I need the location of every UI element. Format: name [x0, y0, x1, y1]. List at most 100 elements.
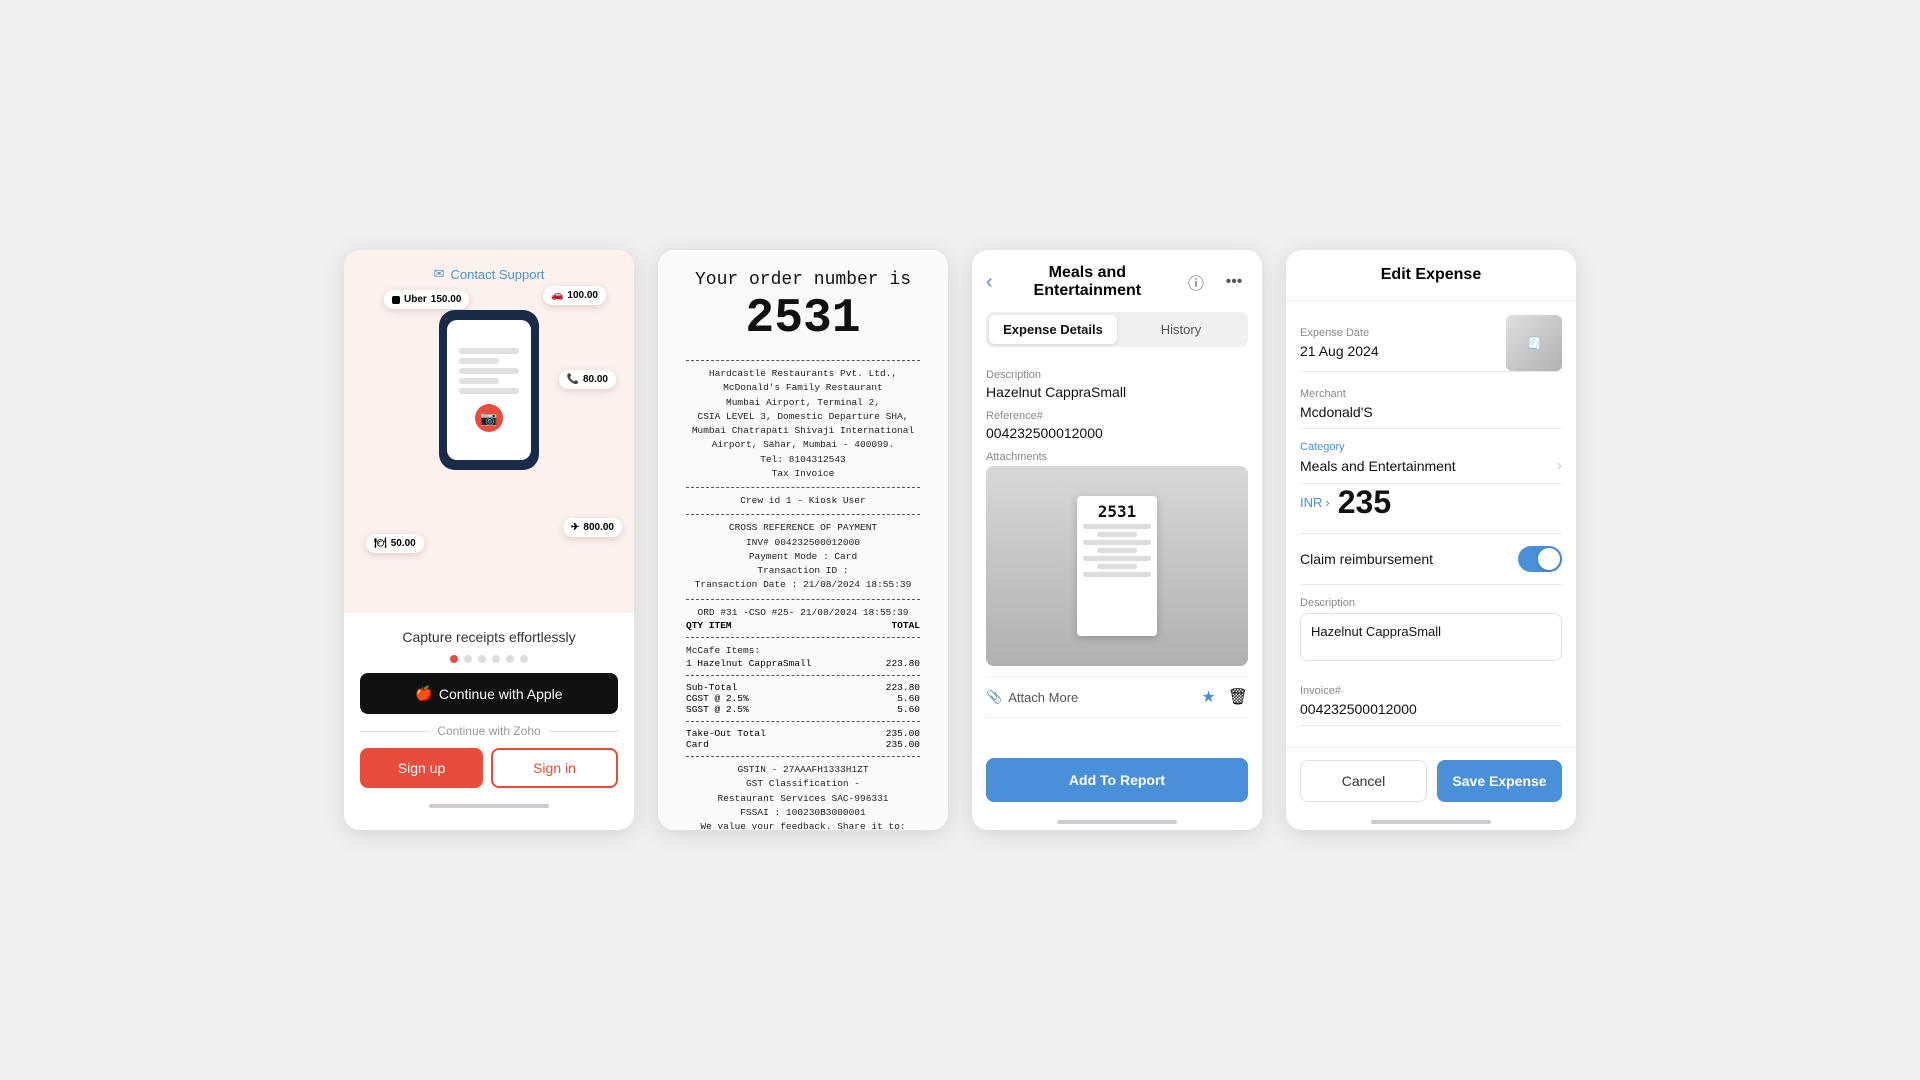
divider-left: [360, 731, 429, 732]
receipt-divider-5: [686, 637, 920, 638]
attachments-area: Attachments 2531: [986, 451, 1248, 666]
card-row: Card 235.00: [686, 739, 920, 750]
dot-1: [450, 655, 458, 663]
ml2: [1097, 532, 1138, 537]
category-label: Category: [1300, 441, 1562, 453]
crew: Crew id 1 - Kiosk User: [686, 494, 920, 508]
category-field[interactable]: Meals and Entertainment ›: [1300, 457, 1562, 484]
claim-label: Claim reimbursement: [1300, 551, 1433, 567]
claim-row: Claim reimbursement: [1300, 534, 1562, 585]
screen-2-receipt: Your order number is 2531 Hardcastle Res…: [658, 250, 948, 830]
signup-button[interactable]: Sign up: [360, 748, 483, 788]
receipt-divider-8: [686, 756, 920, 757]
back-button[interactable]: ‹: [986, 271, 993, 294]
more-button[interactable]: •••: [1220, 268, 1248, 296]
ord-line: ORD #31 -CSO #25- 21/08/2024 18:55:39: [686, 606, 920, 620]
inv: INV# 004232500012000: [686, 536, 920, 550]
scan-button[interactable]: 📷: [475, 404, 503, 432]
description-field[interactable]: Hazelnut CappraSmall: [1300, 613, 1562, 661]
add-to-report-button[interactable]: Add To Report: [986, 758, 1248, 802]
info-button[interactable]: ⓘ: [1182, 268, 1210, 296]
category-value: Meals and Entertainment: [1300, 458, 1456, 474]
detail-section: Description Hazelnut CappraSmall Referen…: [972, 359, 1262, 746]
email-icon: ✉: [434, 266, 445, 282]
uber-dot: [392, 296, 400, 304]
currency-value: INR: [1300, 495, 1322, 510]
zoho-divider: Continue with Zoho: [360, 724, 618, 738]
invoice-value: 004232500012000: [1300, 701, 1417, 717]
merchant-label: Merchant: [1300, 388, 1562, 400]
edit-expense-header: Edit Expense: [1286, 250, 1576, 301]
cancel-button[interactable]: Cancel: [1300, 760, 1427, 802]
feedback: We value your feedback. Share it to:: [686, 820, 920, 830]
sub-name: McDonald's Family Restaurant: [686, 381, 920, 395]
tax-invoice: Tax Invoice: [686, 467, 920, 481]
receipt-line-5: [459, 388, 519, 394]
date-divider: [1300, 371, 1562, 372]
invoice-label: Invoice#: [1300, 685, 1562, 697]
contact-support-link[interactable]: ✉ Contact Support: [434, 266, 545, 282]
screen-4-edit-expense: Edit Expense Expense Date 21 Aug 2024 🧾 …: [1286, 250, 1576, 830]
cross-ref: CROSS REFERENCE OF PAYMENT: [686, 521, 920, 535]
paperclip-icon: 📎: [986, 689, 1002, 705]
receipt-divider-4: [686, 599, 920, 600]
camera-icon: 📷: [480, 410, 497, 427]
edit-body: Expense Date 21 Aug 2024 🧾 Merchant Mcdo…: [1286, 301, 1576, 747]
sub-total-row: Sub-Total 223.80: [686, 682, 920, 693]
receipt-line-1: [459, 348, 519, 354]
merchant-value: Mcdonald'S: [1300, 404, 1373, 420]
takeout-row: Take-Out Total 235.00: [686, 728, 920, 739]
description-field-label: Description: [1300, 597, 1562, 609]
receipt-line-2: [459, 358, 499, 364]
order-prefix: Your order number is: [695, 270, 911, 290]
dot-6: [520, 655, 528, 663]
address2: CSIA LEVEL 3, Domestic Departure SHA,: [686, 410, 920, 424]
save-expense-button[interactable]: Save Expense: [1437, 760, 1562, 802]
receipt-col-header: QTY ITEM TOTAL: [686, 620, 920, 631]
date-group: Expense Date 21 Aug 2024: [1300, 315, 1379, 363]
pagination-dots: [450, 655, 528, 663]
tab-expense-details[interactable]: Expense Details: [989, 315, 1117, 344]
fssai: FSSAI : 100230B3000001: [686, 806, 920, 820]
transaction-date: Transaction Date : 21/08/2024 18:55:39: [686, 578, 920, 592]
receipt-line-3: [459, 368, 519, 374]
ml7: [1083, 572, 1151, 577]
home-indicator: [429, 804, 549, 808]
home-indicator-4: [1371, 820, 1491, 824]
action-icons: ★ 🗑: [1201, 687, 1248, 707]
mini-order-num: 2531: [1098, 502, 1137, 521]
expense-date-value: 21 Aug 2024: [1300, 343, 1379, 359]
payment-mode: Payment Mode : Card: [686, 550, 920, 564]
mccafe-header: McCafe Items:: [686, 644, 920, 658]
receipt-inner: 2531: [1077, 496, 1157, 636]
star-button[interactable]: ★: [1201, 687, 1215, 707]
signin-button[interactable]: Sign in: [491, 748, 618, 788]
currency-button[interactable]: INR ›: [1300, 495, 1330, 510]
sgst-row: SGST @ 2.5% 5.60: [686, 704, 920, 715]
expense-date-field[interactable]: 21 Aug 2024: [1300, 343, 1379, 363]
invoice-field[interactable]: 004232500012000: [1300, 701, 1562, 726]
tab-history[interactable]: History: [1117, 315, 1245, 344]
attach-more-button[interactable]: 📎 Attach More: [986, 689, 1201, 705]
expense-date-label: Expense Date: [1300, 327, 1379, 339]
description-field-value: Hazelnut CappraSmall: [1311, 624, 1441, 639]
address3: Mumbai Chatrapati Shivaji International: [686, 424, 920, 438]
currency-chevron: ›: [1325, 495, 1329, 510]
auth-buttons: Sign up Sign in: [360, 748, 618, 788]
delete-button[interactable]: 🗑: [1228, 687, 1248, 707]
claim-toggle[interactable]: [1518, 546, 1562, 572]
screen-1-capture-receipts: ✉ Contact Support Uber 150.00 🚗 100.00 🍽…: [344, 250, 634, 830]
merchant-field[interactable]: Mcdonald'S: [1300, 404, 1562, 429]
order-number: 2531: [745, 292, 860, 346]
continue-with-apple-button[interactable]: 🍎 Continue with Apple: [360, 673, 618, 714]
cgst-row: CGST @ 2.5% 5.60: [686, 693, 920, 704]
restaurant-name: Hardcastle Restaurants Pvt. Ltd.,: [686, 367, 920, 381]
reference-value: 004232500012000: [986, 425, 1248, 441]
receipt-thumb-edit[interactable]: 🧾: [1506, 315, 1562, 371]
reference-label: Reference#: [986, 410, 1248, 422]
food-badge: 🍽 50.00: [366, 534, 424, 553]
edit-expense-title: Edit Expense: [1381, 266, 1481, 283]
address4: Airport, Sahar, Mumbai - 400099.: [686, 438, 920, 452]
receipt-thumbnail[interactable]: 2531: [986, 466, 1248, 666]
divider-right: [549, 731, 618, 732]
